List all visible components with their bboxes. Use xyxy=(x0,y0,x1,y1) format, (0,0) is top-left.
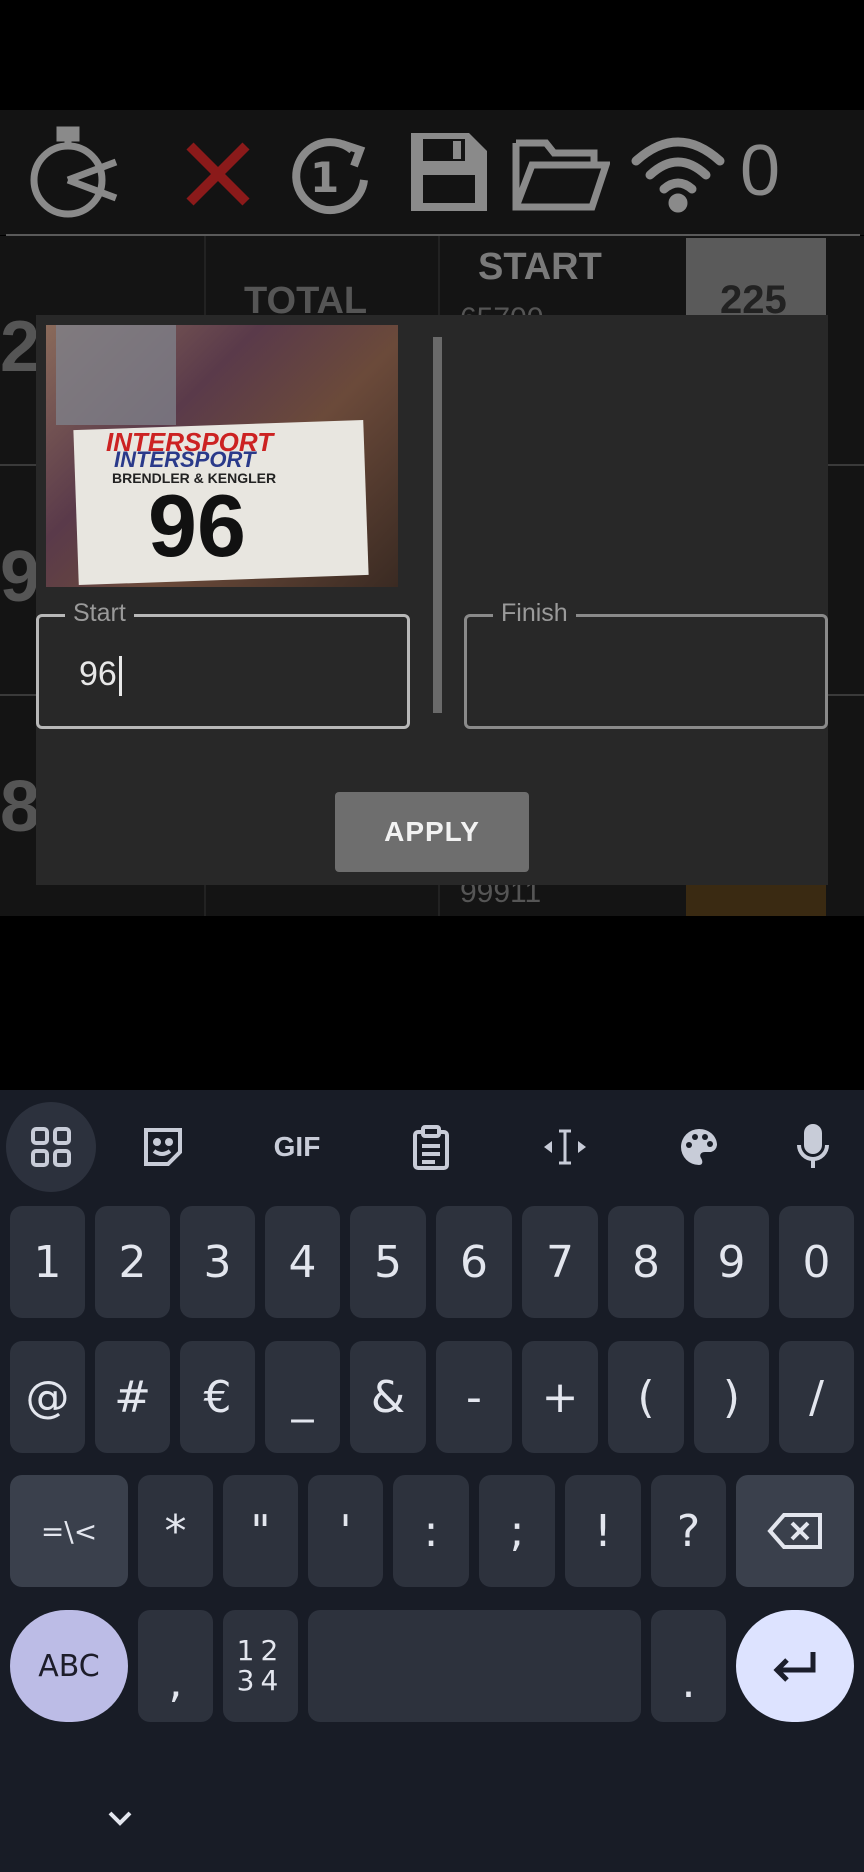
backspace-key[interactable] xyxy=(736,1475,854,1587)
key-2[interactable]: 2 xyxy=(95,1206,170,1318)
key-0[interactable]: 0 xyxy=(779,1206,854,1318)
key-comma[interactable]: , xyxy=(138,1610,213,1722)
key-5[interactable]: 5 xyxy=(350,1206,426,1318)
key-hash[interactable]: # xyxy=(95,1341,170,1453)
gif-icon[interactable]: GIF xyxy=(252,1102,342,1192)
key-8[interactable]: 8 xyxy=(608,1206,684,1318)
sticker-icon[interactable] xyxy=(118,1102,208,1192)
key-question[interactable]: ? xyxy=(651,1475,726,1587)
wifi-icon xyxy=(628,122,728,222)
key-exclamation[interactable]: ! xyxy=(565,1475,641,1587)
start-field[interactable]: Start 96 xyxy=(36,599,410,729)
key-euro[interactable]: € xyxy=(180,1341,255,1453)
stopwatch-icon[interactable] xyxy=(24,122,124,222)
enter-key[interactable] xyxy=(736,1610,854,1722)
key-colon[interactable]: : xyxy=(393,1475,469,1587)
key-more-symbols[interactable]: =\< xyxy=(10,1475,128,1587)
counter: 0 xyxy=(740,131,781,211)
cursor-move-icon[interactable] xyxy=(520,1102,610,1192)
apply-button[interactable]: APPLY xyxy=(335,792,529,872)
row-number: 9 xyxy=(0,537,41,617)
key-slash[interactable]: / xyxy=(779,1341,854,1453)
thumbnail: 225 xyxy=(686,238,826,322)
abc-key[interactable]: ABC xyxy=(10,1610,128,1722)
microphone-icon[interactable] xyxy=(768,1102,858,1192)
clipboard-icon[interactable] xyxy=(386,1102,476,1192)
key-4[interactable]: 4 xyxy=(265,1206,340,1318)
backspace-icon xyxy=(767,1513,822,1549)
palette-icon[interactable] xyxy=(654,1102,744,1192)
text-cursor xyxy=(118,656,122,697)
key-ampersand[interactable]: & xyxy=(350,1341,426,1453)
header-start: START xyxy=(478,246,602,288)
bib-photo: INTERSPORT INTERSPORT BRENDLER & KENGLER… xyxy=(46,325,398,587)
row-number: 8 xyxy=(0,767,41,847)
bib-number: 96 xyxy=(148,476,246,575)
key-minus[interactable]: - xyxy=(436,1341,512,1453)
key-period[interactable]: . xyxy=(651,1610,726,1722)
folder-icon[interactable] xyxy=(510,122,610,222)
key-underscore[interactable]: _ xyxy=(265,1341,340,1453)
key-asterisk[interactable]: * xyxy=(138,1475,213,1587)
bib-dialog: INTERSPORT INTERSPORT BRENDLER & KENGLER… xyxy=(36,315,828,885)
svg-text:1: 1 xyxy=(310,153,339,202)
key-7[interactable]: 7 xyxy=(522,1206,598,1318)
key-at[interactable]: @ xyxy=(10,1341,85,1453)
start-input[interactable]: 96 xyxy=(79,655,122,697)
save-icon[interactable] xyxy=(398,122,498,222)
key-3[interactable]: 3 xyxy=(180,1206,255,1318)
numpad-key[interactable]: 12 34 xyxy=(223,1610,298,1722)
enter-icon xyxy=(773,1652,816,1682)
toolbar: 1 0 xyxy=(0,110,864,235)
close-icon[interactable] xyxy=(168,122,268,222)
start-label: Start xyxy=(65,599,134,628)
key-plus[interactable]: + xyxy=(522,1341,598,1453)
key-open-paren[interactable]: ( xyxy=(608,1341,684,1453)
apps-icon[interactable] xyxy=(6,1102,96,1192)
key-close-paren[interactable]: ) xyxy=(694,1341,769,1453)
key-single-quote[interactable]: ' xyxy=(308,1475,383,1587)
finish-label: Finish xyxy=(493,599,576,628)
chevron-down-icon[interactable] xyxy=(100,1800,140,1836)
key-1[interactable]: 1 xyxy=(10,1206,85,1318)
key-6[interactable]: 6 xyxy=(436,1206,512,1318)
space-key[interactable] xyxy=(308,1610,641,1722)
key-9[interactable]: 9 xyxy=(694,1206,769,1318)
finish-field[interactable]: Finish xyxy=(464,599,828,729)
replay-icon[interactable]: 1 xyxy=(282,122,382,222)
key-semicolon[interactable]: ; xyxy=(479,1475,555,1587)
dialog-divider xyxy=(433,337,442,713)
status-bar xyxy=(0,0,864,110)
key-double-quote[interactable]: " xyxy=(223,1475,298,1587)
row-number: 2 xyxy=(0,307,41,387)
